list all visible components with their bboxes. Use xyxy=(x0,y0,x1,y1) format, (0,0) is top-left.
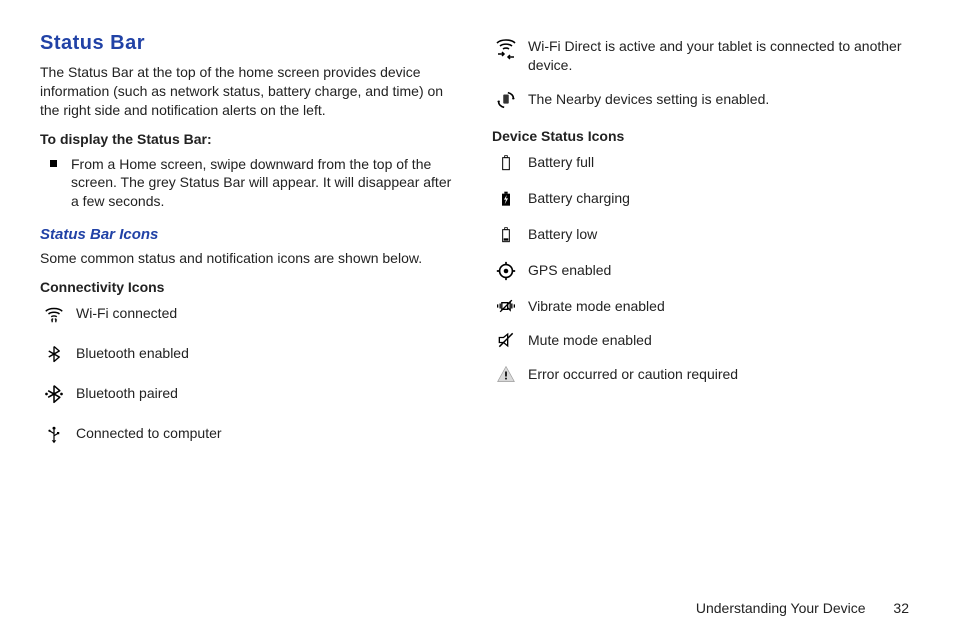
right-column: Wi-Fi Direct is active and your tablet i… xyxy=(492,30,914,465)
vibrate-icon xyxy=(492,296,520,316)
row-usb-connected: Connected to computer xyxy=(40,423,462,447)
sub-paragraph: Some common status and notification icon… xyxy=(40,249,462,268)
battery-full-icon xyxy=(492,152,520,174)
row-gps-enabled: GPS enabled xyxy=(492,260,914,282)
battery-low-icon xyxy=(492,224,520,246)
page-title: Status Bar xyxy=(40,30,462,57)
row-error-caution: Error occurred or caution required xyxy=(492,364,914,384)
row-wifi-direct: Wi-Fi Direct is active and your tablet i… xyxy=(492,36,914,75)
bluetooth-enabled-label: Bluetooth enabled xyxy=(76,343,462,363)
gps-icon xyxy=(492,260,520,282)
wifi-direct-icon xyxy=(492,36,520,60)
mute-label: Mute mode enabled xyxy=(528,330,914,350)
bullet-item: From a Home screen, swipe downward from … xyxy=(50,155,462,212)
row-wifi-connected: Wi-Fi connected xyxy=(40,303,462,325)
bluetooth-icon xyxy=(40,343,68,365)
to-display-heading: To display the Status Bar: xyxy=(40,130,462,149)
vibrate-label: Vibrate mode enabled xyxy=(528,296,914,316)
wifi-direct-label: Wi-Fi Direct is active and your tablet i… xyxy=(528,36,914,75)
battery-charging-label: Battery charging xyxy=(528,188,914,208)
intro-paragraph: The Status Bar at the top of the home sc… xyxy=(40,63,462,120)
wifi-icon xyxy=(40,303,68,325)
gps-label: GPS enabled xyxy=(528,260,914,280)
row-battery-full: Battery full xyxy=(492,152,914,174)
row-bluetooth-enabled: Bluetooth enabled xyxy=(40,343,462,365)
footer-page-number: 32 xyxy=(893,600,909,616)
battery-charging-icon xyxy=(492,188,520,210)
error-label: Error occurred or caution required xyxy=(528,364,914,384)
row-mute-mode: Mute mode enabled xyxy=(492,330,914,350)
battery-low-label: Battery low xyxy=(528,224,914,244)
usb-label: Connected to computer xyxy=(76,423,462,443)
row-vibrate-mode: Vibrate mode enabled xyxy=(492,296,914,316)
usb-icon xyxy=(40,423,68,447)
bluetooth-paired-icon xyxy=(40,383,68,405)
square-bullet-icon xyxy=(50,160,57,167)
device-status-heading: Device Status Icons xyxy=(492,127,914,146)
connectivity-heading: Connectivity Icons xyxy=(40,278,462,297)
row-bluetooth-paired: Bluetooth paired xyxy=(40,383,462,405)
battery-full-label: Battery full xyxy=(528,152,914,172)
row-battery-charging: Battery charging xyxy=(492,188,914,210)
footer-section: Understanding Your Device xyxy=(696,600,866,616)
wifi-label: Wi-Fi connected xyxy=(76,303,462,323)
bullet-text: From a Home screen, swipe downward from … xyxy=(71,155,462,212)
mute-icon xyxy=(492,330,520,350)
row-battery-low: Battery low xyxy=(492,224,914,246)
nearby-devices-icon xyxy=(492,89,520,111)
bluetooth-paired-label: Bluetooth paired xyxy=(76,383,462,403)
row-nearby-devices: The Nearby devices setting is enabled. xyxy=(492,89,914,111)
page-footer: Understanding Your Device 32 xyxy=(696,599,909,618)
left-column: Status Bar The Status Bar at the top of … xyxy=(40,30,462,465)
nearby-label: The Nearby devices setting is enabled. xyxy=(528,89,914,109)
warning-icon xyxy=(492,364,520,384)
status-bar-icons-heading: Status Bar Icons xyxy=(40,225,462,245)
